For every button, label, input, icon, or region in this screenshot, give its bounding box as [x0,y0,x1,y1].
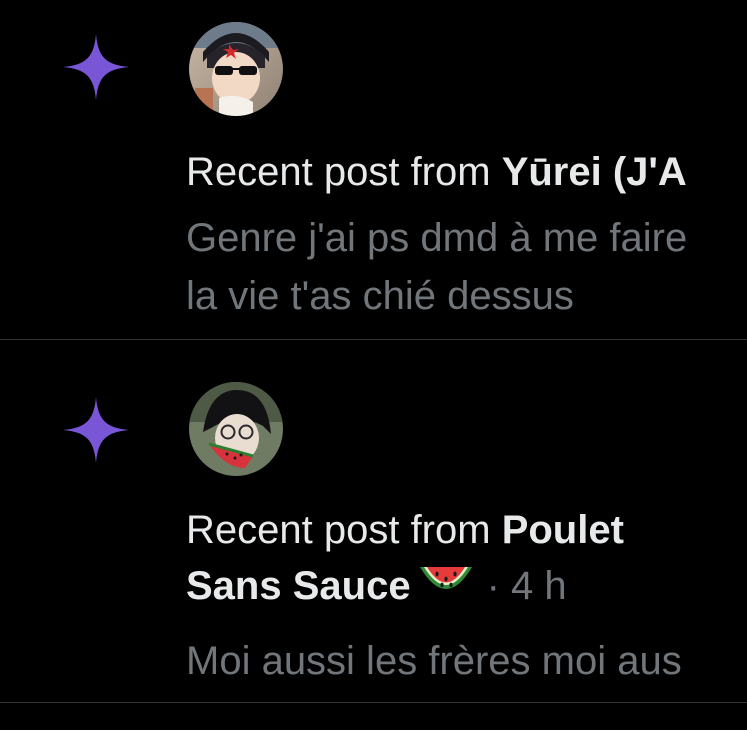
preview-line: Genre j'ai ps dmd à me faire [186,216,688,260]
notification-item[interactable]: Recent post from Poulet Sans Sauce · 4 h… [0,341,747,703]
headline-prefix: Recent post from [186,150,502,194]
headline-prefix: Recent post from [186,508,502,552]
avatar[interactable] [189,22,283,116]
notification-headline: Recent post from Poulet Sans Sauce · 4 h [186,502,726,614]
preview-line: Moi aussi les frères moi aus [186,639,682,683]
notification-item[interactable]: Recent post from Yūrei (J'A Genre j'ai p… [0,0,747,340]
author-name[interactable]: Yūrei (J'A [502,150,687,194]
post-preview[interactable]: Moi aussi les frères moi aus [186,632,747,690]
post-preview[interactable]: Genre j'ai ps dmd à me faire la vie t'as… [186,209,747,325]
preview-line: la vie t'as chié dessus [186,274,574,318]
timestamp: · 4 h [486,564,567,608]
sparkle-icon [63,34,129,100]
notification-headline: Recent post from Yūrei (J'A [186,144,687,200]
sparkle-icon [63,397,129,463]
avatar[interactable] [189,382,283,476]
watermelon-icon [419,567,472,589]
